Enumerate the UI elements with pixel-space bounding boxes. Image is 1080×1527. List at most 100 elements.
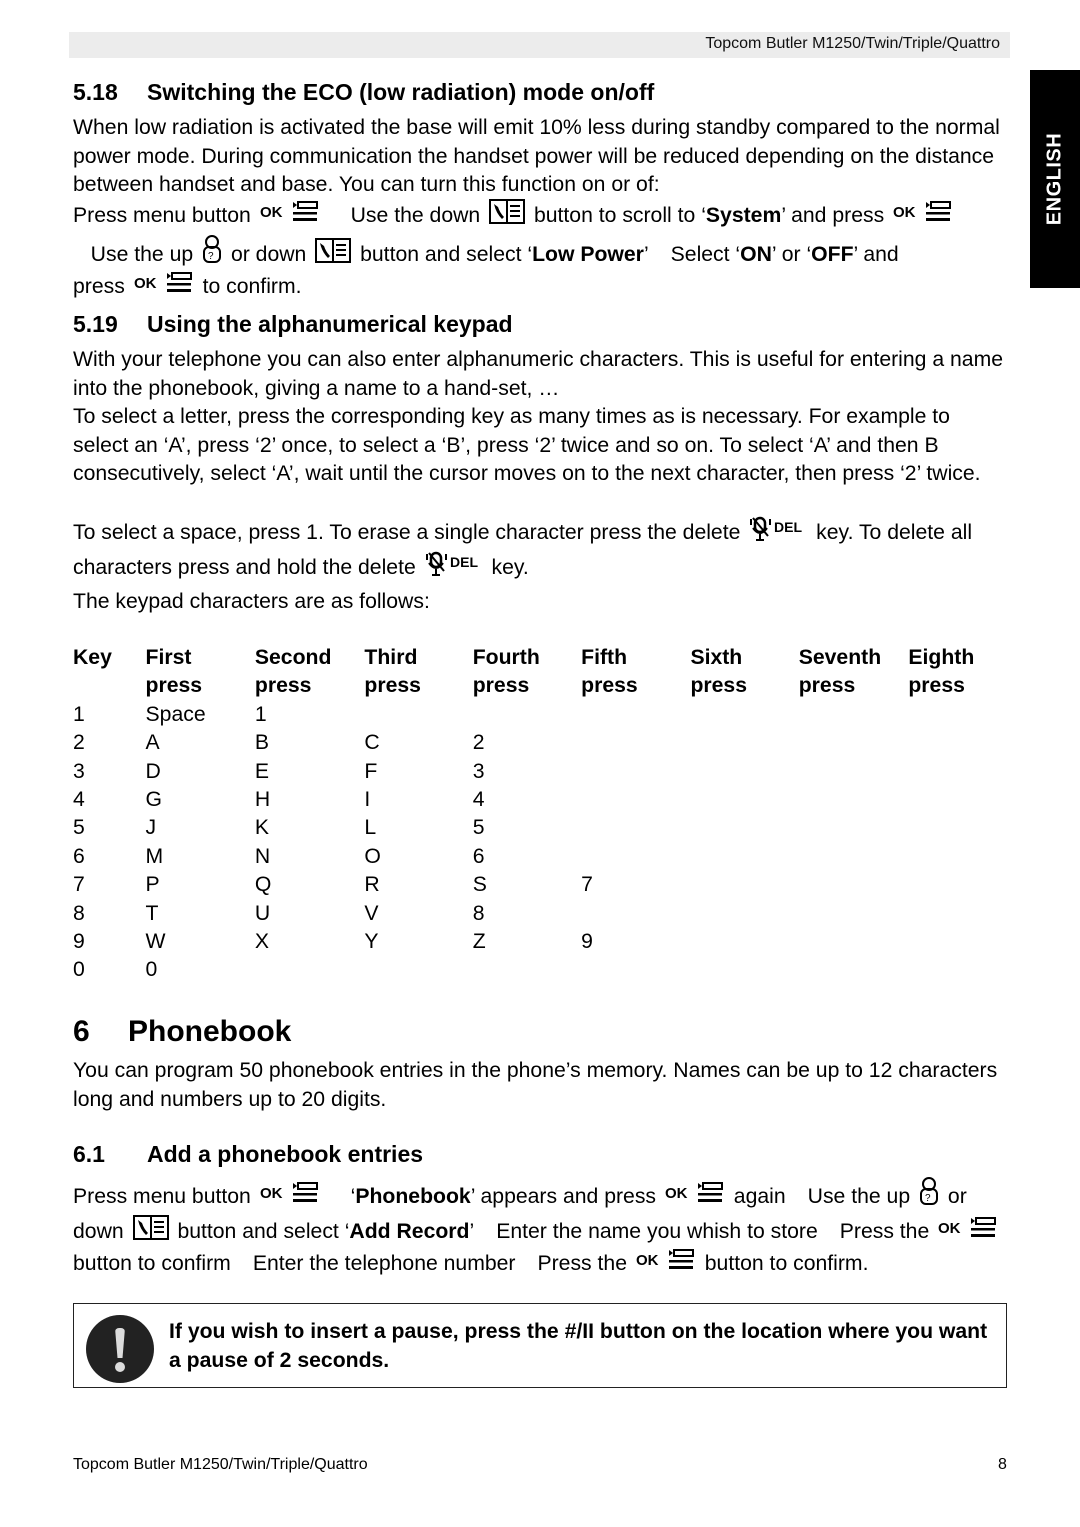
svg-text:OK: OK	[134, 275, 157, 292]
table-row: 3 D E F 3	[73, 758, 1008, 786]
character-cell	[581, 701, 690, 729]
character-cell	[690, 900, 798, 928]
character-cell	[908, 786, 1008, 814]
section-number: 6.1	[73, 1141, 105, 1167]
key-cell: 4	[73, 788, 85, 812]
section-5-19-p4: The keypad characters are as follows:	[73, 590, 430, 613]
character-cell	[908, 843, 1008, 871]
character-cell	[799, 786, 909, 814]
character-cell	[581, 786, 690, 814]
character-cell	[799, 956, 909, 984]
character-cell	[690, 814, 798, 842]
up-lock-icon: ?	[202, 234, 222, 273]
delete-mute-icon: DEL	[749, 516, 807, 551]
character-cell: R	[364, 873, 380, 897]
character-cell	[690, 701, 798, 729]
step-text: ’	[643, 242, 649, 266]
up-lock-icon: ?	[919, 1176, 939, 1215]
step-text: Use the up	[90, 242, 194, 266]
page-header: Topcom Butler M1250/Twin/Triple/Quattro	[69, 32, 1010, 58]
section-5-19-p2: To select a letter, press the correspond…	[73, 405, 981, 486]
column-header: Third press	[364, 644, 472, 701]
section-5-18-heading: 5.18 Switching the ECO (low radiation) mo…	[73, 79, 654, 106]
character-cell	[908, 900, 1008, 928]
ok-menu-icon: OK	[260, 1182, 320, 1215]
column-header: First press	[146, 644, 255, 701]
character-cell: L	[364, 816, 377, 840]
character-cell: 2	[472, 731, 485, 755]
column-header-line1: Fifth	[581, 646, 628, 669]
exclamation-warning-icon	[86, 1315, 154, 1383]
language-tab: ENGLISH	[1030, 70, 1080, 288]
table-row: 6 M N O 6	[73, 843, 1008, 871]
column-header-line2: press	[581, 674, 638, 698]
svg-text:OK: OK	[260, 1185, 283, 1202]
svg-text:?: ?	[208, 251, 214, 262]
section-number: 5.19	[73, 311, 118, 337]
character-cell: O	[364, 844, 381, 868]
table-row: 1 Space 1	[73, 701, 1008, 729]
character-cell: E	[254, 759, 270, 783]
option-on: ON	[740, 242, 772, 266]
character-cell: P	[145, 873, 160, 897]
column-header-line2: press	[690, 674, 747, 698]
delete-mute-icon: DEL	[425, 551, 483, 586]
key-cell: 8	[73, 901, 85, 925]
section-number: 5.18	[73, 79, 118, 105]
character-cell	[799, 928, 909, 956]
character-cell: Space	[145, 702, 206, 726]
character-cell	[908, 729, 1008, 757]
svg-text:OK: OK	[260, 204, 283, 221]
table-row: 9 W X Y Z 9	[73, 928, 1008, 956]
character-cell: D	[145, 759, 161, 783]
character-cell: I	[364, 788, 371, 812]
column-header: Second press	[255, 644, 365, 701]
character-cell: W	[145, 930, 166, 954]
section-5-18-steps: Press menu button OK Use the down button…	[73, 199, 1008, 305]
table-row: 4 G H I 4	[73, 786, 1008, 814]
step-text: ’ and	[853, 242, 899, 266]
step-text: Press menu button	[73, 1185, 251, 1208]
table-row: 8 T U V 8	[73, 900, 1008, 928]
character-cell: N	[254, 844, 271, 868]
svg-text:OK: OK	[636, 1252, 659, 1269]
step-text: Enter the name you whish to store	[496, 1219, 818, 1243]
character-cell: C	[364, 731, 380, 755]
key-cell: 2	[73, 731, 85, 755]
character-cell	[255, 956, 365, 984]
character-cell: U	[254, 901, 271, 925]
section-5-19-p1: With your telephone you can also enter a…	[73, 348, 1004, 400]
character-cell	[581, 843, 690, 871]
column-header-line1: Eighth	[908, 646, 975, 669]
character-cell	[581, 956, 690, 984]
ok-menu-icon: OK	[260, 201, 320, 234]
down-phonebook-icon	[489, 199, 526, 234]
character-cell: Y	[364, 930, 379, 954]
key-cell: 5	[73, 816, 85, 840]
column-header-line1: Fourth	[472, 646, 540, 669]
character-cell	[690, 928, 798, 956]
key-cell: 1	[73, 702, 85, 726]
step-text: Press the	[839, 1219, 930, 1243]
character-cell: 9	[581, 930, 593, 954]
svg-text:?: ?	[925, 1193, 931, 1204]
character-cell: J	[145, 816, 157, 840]
character-cell	[908, 814, 1008, 842]
character-cell	[690, 843, 798, 871]
section-6-1-heading: 6.1 Add a phonebook entries	[73, 1141, 423, 1168]
column-header-line1: Third	[364, 646, 418, 669]
table-row: 7 P Q R S 7	[73, 871, 1008, 899]
menu-item-system: System	[705, 204, 782, 227]
character-cell	[799, 814, 909, 842]
character-cell	[908, 758, 1008, 786]
step-text: Enter the telephone number	[252, 1252, 516, 1276]
character-cell	[908, 928, 1008, 956]
character-cell: 0	[145, 958, 158, 982]
character-cell: 3	[472, 759, 485, 783]
step-text: button and select ‘	[360, 242, 533, 266]
character-cell: G	[145, 788, 163, 812]
key-cell: 9	[73, 930, 85, 954]
menu-item-low-power: Low Power	[532, 242, 644, 266]
column-header-line1: Key	[73, 646, 112, 669]
column-header-line1: First	[145, 646, 192, 669]
